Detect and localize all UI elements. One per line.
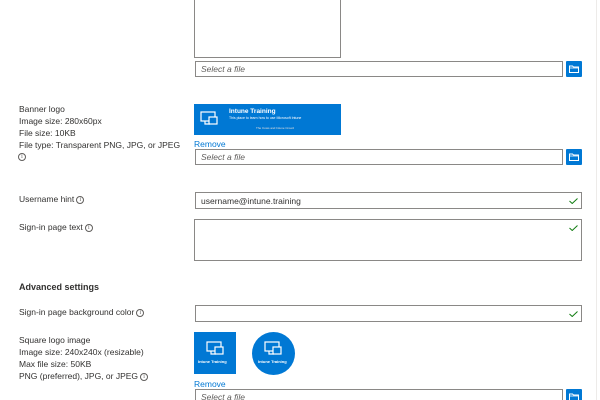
square-preview-label: Intune Training	[198, 359, 227, 364]
banner-logo-info[interactable]: i	[18, 151, 26, 161]
banner-logo-preview: Intune Training This place to learn how …	[194, 104, 341, 135]
banner-file-input[interactable]: Select a file	[195, 149, 563, 165]
top-file-input[interactable]: Select a file	[195, 61, 563, 77]
monitor-icon	[206, 341, 224, 355]
folder-icon	[569, 393, 579, 400]
username-hint-label-text: Username hint	[19, 194, 75, 204]
info-icon[interactable]: i	[136, 309, 145, 317]
round-logo-preview: Intune Training	[252, 332, 295, 375]
bg-color-input[interactable]	[195, 305, 582, 322]
signin-text-label: Sign-in page text i	[19, 222, 93, 233]
top-browse-button[interactable]	[566, 61, 582, 77]
info-icon[interactable]: i	[140, 373, 149, 381]
square-file-input[interactable]: Select a file	[195, 389, 563, 400]
square-logo-title: Square logo image	[19, 335, 91, 345]
banner-file-placeholder: Select a file	[201, 152, 245, 162]
banner-logo-title: Banner logo	[19, 104, 65, 114]
username-hint-label: Username hint i	[19, 194, 85, 205]
info-icon[interactable]: i	[84, 224, 93, 232]
bg-color-label-text: Sign-in page background color	[19, 307, 135, 317]
username-hint-value: username@intune.training	[201, 196, 301, 206]
square-remove-link[interactable]: Remove	[194, 379, 226, 389]
info-icon: i	[18, 153, 26, 161]
top-file-placeholder: Select a file	[201, 64, 245, 74]
monitor-icon	[200, 111, 218, 125]
square-browse-button[interactable]	[566, 389, 582, 400]
top-image-preview-box	[194, 0, 341, 58]
square-logo-preview: Intune Training	[194, 332, 236, 374]
banner-logo-size: Image size: 280x60px	[19, 116, 102, 126]
checkmark-icon	[569, 225, 578, 231]
checkmark-icon	[569, 311, 578, 317]
info-icon[interactable]: i	[76, 196, 85, 204]
square-logo-file-size: Max file size: 50KB	[19, 359, 92, 369]
folder-icon	[569, 153, 579, 161]
banner-logo-file-size: File size: 10KB	[19, 128, 76, 138]
checkmark-icon	[569, 198, 578, 204]
page-right-divider	[596, 0, 597, 400]
banner-preview-subtitle: This place to learn how to use Microsoft…	[229, 116, 302, 120]
signin-text-label-text: Sign-in page text	[19, 222, 83, 232]
advanced-settings-heading: Advanced settings	[19, 282, 100, 292]
signin-text-area[interactable]	[194, 219, 582, 261]
folder-icon	[569, 65, 579, 73]
banner-logo-file-type: File type: Transparent PNG, JPG, or JPEG	[19, 140, 181, 150]
banner-preview-footer: The Cows and Intune Crowd	[256, 126, 295, 130]
monitor-icon	[264, 341, 282, 355]
square-file-placeholder: Select a file	[201, 392, 245, 400]
square-logo-file-type-text: PNG (preferred), JPG, or JPEG	[19, 371, 139, 381]
username-hint-input[interactable]: username@intune.training	[195, 192, 582, 209]
banner-preview-title: Intune Training	[229, 108, 276, 115]
square-logo-file-type: PNG (preferred), JPG, or JPEG i	[19, 371, 149, 382]
round-preview-label: Intune Training	[258, 359, 287, 364]
banner-remove-link[interactable]: Remove	[194, 139, 226, 149]
square-logo-size: Image size: 240x240x (resizable)	[19, 347, 144, 357]
bg-color-label: Sign-in page background color i	[19, 307, 145, 318]
banner-browse-button[interactable]	[566, 149, 582, 165]
